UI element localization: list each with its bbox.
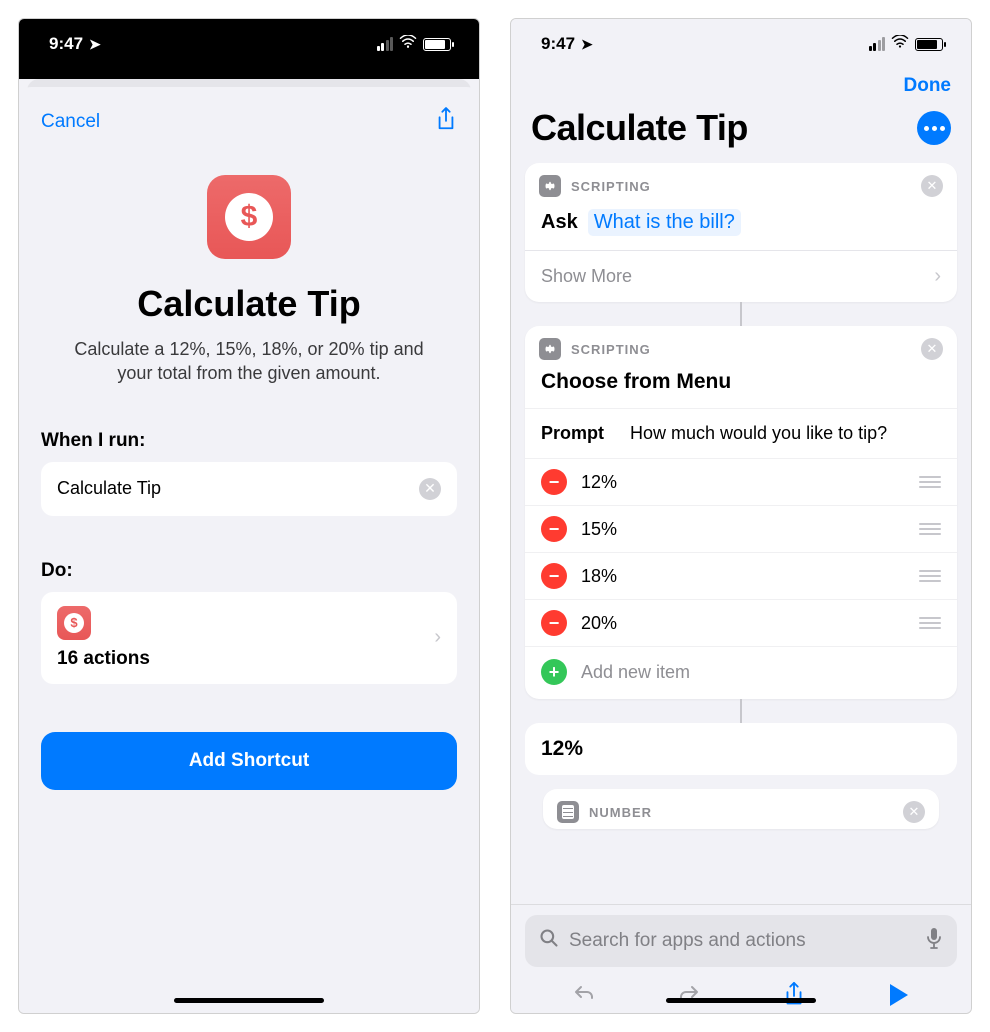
menu-option-row[interactable]: −12% (525, 458, 957, 505)
shortcut-icon: $ (207, 175, 291, 259)
remove-action-icon[interactable]: ✕ (921, 338, 943, 360)
prompt-key: Prompt (541, 423, 604, 444)
add-shortcut-button[interactable]: Add Shortcut (41, 732, 457, 790)
branch-label: 12% (541, 737, 583, 760)
bottom-bar: Search for apps and actions (511, 904, 971, 1013)
phone-add-shortcut: 9:47 ➤ Cancel $ Calculate Tip Calculate … (18, 18, 480, 1014)
scripting-icon (539, 175, 561, 197)
battery-icon (423, 38, 451, 51)
status-bar: 9:47 ➤ (19, 19, 479, 69)
number-icon (557, 801, 579, 823)
wifi-icon (399, 34, 417, 54)
remove-action-icon[interactable]: ✕ (903, 801, 925, 823)
menu-branch-card[interactable]: 12% (525, 723, 957, 775)
option-label: 20% (581, 613, 617, 634)
remove-option-icon[interactable]: − (541, 516, 567, 542)
add-menu-item-row[interactable]: + Add new item (525, 646, 957, 699)
remove-option-icon[interactable]: − (541, 563, 567, 589)
add-item-label: Add new item (581, 662, 690, 683)
prompt-value: How much would you like to tip? (630, 423, 887, 444)
search-icon (539, 928, 559, 954)
option-label: 12% (581, 472, 617, 493)
shortcut-name-input[interactable] (57, 478, 419, 499)
location-icon: ➤ (581, 36, 593, 53)
show-more-row[interactable]: Show More › (525, 250, 957, 302)
choose-menu-title: Choose from Menu (525, 366, 957, 408)
menu-option-row[interactable]: −18% (525, 552, 957, 599)
cellular-icon (377, 37, 394, 51)
status-bar: 9:47 ➤ (511, 19, 971, 69)
action-ask-card[interactable]: SCRIPTING ✕ Ask What is the bill? Show M… (525, 163, 957, 302)
category-label: NUMBER (589, 805, 652, 820)
clear-icon[interactable]: ✕ (419, 478, 441, 500)
more-button[interactable] (917, 111, 951, 145)
home-indicator[interactable] (174, 998, 324, 1003)
chevron-right-icon: › (434, 626, 441, 649)
drag-handle-icon[interactable] (919, 617, 941, 629)
menu-prompt-row[interactable]: Prompt How much would you like to tip? (525, 408, 957, 458)
add-shortcut-sheet: Cancel $ Calculate Tip Calculate a 12%, … (19, 87, 479, 1013)
ask-prompt-token[interactable]: What is the bill? (588, 209, 741, 236)
shortcut-description: Calculate a 12%, 15%, 18%, or 20% tip an… (61, 337, 437, 386)
action-choose-menu-card[interactable]: SCRIPTING ✕ Choose from Menu Prompt How … (525, 326, 957, 699)
show-more-label: Show More (541, 266, 632, 287)
actions-count: 16 actions (57, 648, 150, 670)
phone-editor: 9:47 ➤ Done Calculate Tip SCRIPTING ✕ As… (510, 18, 972, 1014)
cellular-icon (869, 37, 886, 51)
page-title: Calculate Tip (531, 107, 748, 149)
drag-handle-icon[interactable] (919, 570, 941, 582)
remove-option-icon[interactable]: − (541, 469, 567, 495)
actions-editor[interactable]: SCRIPTING ✕ Ask What is the bill? Show M… (511, 163, 971, 904)
drag-handle-icon[interactable] (919, 523, 941, 535)
status-time: 9:47 (49, 34, 83, 54)
option-label: 15% (581, 519, 617, 540)
ask-label: Ask (541, 211, 578, 234)
cancel-button[interactable]: Cancel (41, 111, 100, 133)
shortcut-name-field[interactable]: ✕ (41, 462, 457, 516)
connector-line (740, 699, 742, 723)
location-icon: ➤ (89, 36, 101, 53)
redo-button[interactable] (675, 981, 703, 1009)
drag-handle-icon[interactable] (919, 476, 941, 488)
shortcut-small-icon: $ (57, 606, 91, 640)
search-placeholder: Search for apps and actions (569, 930, 806, 952)
wifi-icon (891, 34, 909, 54)
scripting-icon (539, 338, 561, 360)
menu-option-row[interactable]: −20% (525, 599, 957, 646)
chevron-right-icon: › (934, 265, 941, 288)
when-label: When I run: (41, 430, 457, 452)
do-label: Do: (41, 560, 457, 582)
share-icon[interactable] (435, 106, 457, 139)
search-field[interactable]: Search for apps and actions (525, 915, 957, 967)
option-label: 18% (581, 566, 617, 587)
home-indicator[interactable] (666, 998, 816, 1003)
status-time: 9:47 (541, 34, 575, 54)
menu-option-row[interactable]: −15% (525, 505, 957, 552)
run-button[interactable] (885, 981, 913, 1009)
mic-icon[interactable] (925, 927, 943, 955)
actions-row[interactable]: $ 16 actions › (41, 592, 457, 684)
battery-icon (915, 38, 943, 51)
action-number-card[interactable]: NUMBER ✕ (543, 789, 939, 829)
remove-action-icon[interactable]: ✕ (921, 175, 943, 197)
category-label: SCRIPTING (571, 179, 651, 194)
undo-button[interactable] (570, 981, 598, 1009)
category-label: SCRIPTING (571, 342, 651, 357)
remove-option-icon[interactable]: − (541, 610, 567, 636)
shortcut-title: Calculate Tip (41, 283, 457, 325)
done-button[interactable]: Done (904, 75, 952, 97)
connector-line (740, 302, 742, 326)
share-button[interactable] (780, 981, 808, 1009)
plus-icon: + (541, 659, 567, 685)
